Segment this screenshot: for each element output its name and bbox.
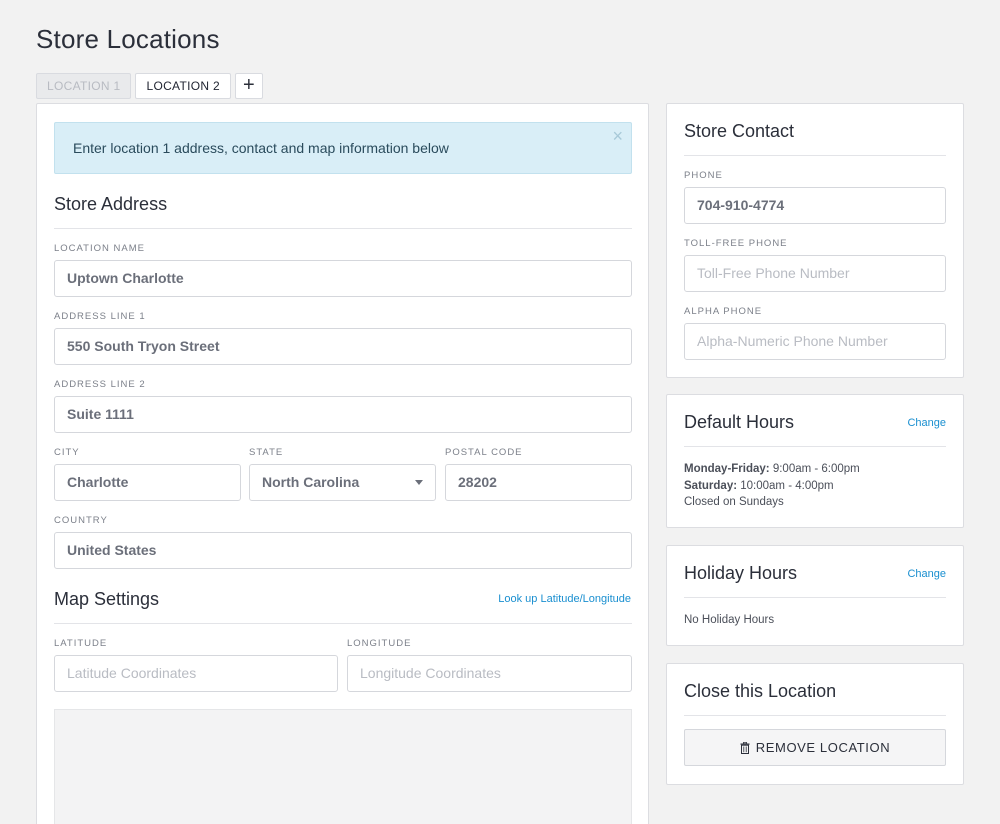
tab-location-2[interactable]: LOCATION 2: [135, 73, 231, 99]
hours-list: Monday-Friday: 9:00am - 6:00pm Saturday:…: [684, 461, 860, 511]
trash-icon: [740, 732, 750, 767]
close-location-title: Close this Location: [684, 681, 837, 701]
postal-code-label: POSTAL CODE: [445, 447, 523, 458]
lookup-latlong-link[interactable]: Look up Latitude/Longitude: [498, 593, 631, 605]
store-contact-panel: Store Contact PHONE 704-910-4774 TOLL-FR…: [666, 103, 964, 378]
page-title: Store Locations: [36, 24, 220, 54]
holiday-hours-text: No Holiday Hours: [684, 614, 775, 626]
remove-location-label: REMOVE LOCATION: [755, 740, 891, 755]
holiday-hours-change-link[interactable]: Change: [907, 568, 946, 580]
holiday-hours-panel: Holiday Hours Change No Holiday Hours: [666, 545, 964, 646]
phone-input[interactable]: 704-910-4774: [684, 187, 946, 224]
divider: [54, 623, 632, 624]
divider: [54, 228, 632, 229]
alpha-phone-input[interactable]: Alpha-Numeric Phone Number: [684, 323, 946, 360]
longitude-label: LONGITUDE: [347, 638, 412, 649]
state-value: North Carolina: [262, 474, 360, 490]
country-input[interactable]: United States: [54, 532, 632, 569]
address-line-1-input[interactable]: 550 South Tryon Street: [54, 328, 632, 365]
divider: [684, 597, 946, 598]
location-name-input[interactable]: Uptown Charlotte: [54, 260, 632, 297]
toll-free-input[interactable]: Toll-Free Phone Number: [684, 255, 946, 292]
city-input[interactable]: Charlotte: [54, 464, 241, 501]
longitude-input[interactable]: Longitude Coordinates: [347, 655, 632, 692]
latitude-label: LATITUDE: [54, 638, 108, 649]
address-line-1-label: ADDRESS LINE 1: [54, 311, 146, 322]
location-tabs: LOCATION 1 LOCATION 2 +: [36, 73, 263, 99]
default-hours-change-link[interactable]: Change: [907, 417, 946, 429]
tab-location-1[interactable]: LOCATION 1: [36, 73, 132, 99]
holiday-hours-title: Holiday Hours: [684, 563, 798, 583]
state-select[interactable]: North Carolina: [249, 464, 436, 501]
info-alert: Enter location 1 address, contact and ma…: [54, 122, 632, 174]
postal-code-input[interactable]: 28202: [445, 464, 632, 501]
add-location-button[interactable]: +: [234, 73, 263, 99]
location-form-panel: Enter location 1 address, contact and ma…: [36, 103, 649, 824]
address-line-2-input[interactable]: Suite 1111: [54, 396, 632, 433]
address-line-2-label: ADDRESS LINE 2: [54, 379, 146, 390]
sunday-hours: Closed on Sundays: [684, 496, 784, 508]
remove-location-button[interactable]: REMOVE LOCATION: [684, 729, 946, 766]
divider: [684, 155, 946, 156]
alpha-phone-label: ALPHA PHONE: [684, 306, 763, 317]
chevron-down-icon: [415, 480, 423, 485]
default-hours-panel: Default Hours Change Monday-Friday: 9:00…: [666, 394, 964, 528]
divider: [684, 446, 946, 447]
latitude-input[interactable]: Latitude Coordinates: [54, 655, 338, 692]
toll-free-label: TOLL-FREE PHONE: [684, 238, 788, 249]
map-settings-title: Map Settings: [54, 589, 160, 609]
weekday-hours: Monday-Friday: 9:00am - 6:00pm: [684, 463, 860, 475]
plus-icon: +: [242, 74, 255, 96]
location-name-label: LOCATION NAME: [54, 243, 145, 254]
store-address-title: Store Address: [54, 194, 168, 214]
country-label: COUNTRY: [54, 515, 108, 526]
divider: [684, 715, 946, 716]
state-label: STATE: [249, 447, 284, 458]
map-preview[interactable]: [54, 709, 632, 824]
default-hours-title: Default Hours: [684, 412, 795, 432]
city-label: CITY: [54, 447, 80, 458]
alert-text: Enter location 1 address, contact and ma…: [73, 140, 449, 156]
close-icon[interactable]: ×: [612, 127, 623, 145]
store-contact-title: Store Contact: [684, 121, 795, 141]
close-location-panel: Close this Location REMOVE LOCATION: [666, 663, 964, 785]
phone-label: PHONE: [684, 170, 723, 181]
saturday-hours: Saturday: 10:00am - 4:00pm: [684, 479, 834, 492]
